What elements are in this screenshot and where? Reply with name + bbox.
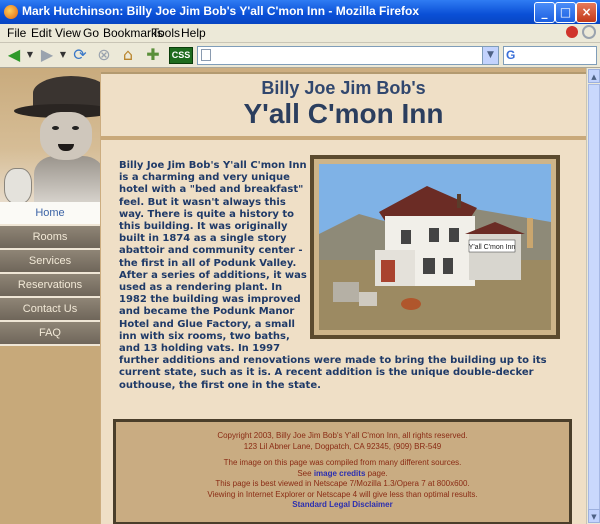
menu-file[interactable]: File xyxy=(7,26,26,40)
window-title: Mark Hutchinson: Billy Joe Jim Bob's Y'a… xyxy=(22,4,420,18)
window-title-bar[interactable]: Mark Hutchinson: Billy Joe Jim Bob's Y'a… xyxy=(0,0,600,24)
nav-contact-us[interactable]: Contact Us xyxy=(0,298,100,322)
nav-home[interactable]: Home xyxy=(0,202,100,226)
site-title-line1: Billy Joe Jim Bob's xyxy=(261,78,426,98)
inn-photo-frame: Y'all C'mon Inn xyxy=(310,155,560,339)
reload-icon[interactable]: ⟳ xyxy=(70,45,90,65)
google-search-icon: G xyxy=(506,48,516,62)
close-button[interactable]: × xyxy=(576,2,597,23)
nav-reservations[interactable]: Reservations xyxy=(0,274,100,298)
vertical-scrollbar[interactable]: ▲ ▼ xyxy=(586,68,600,524)
navigation-toolbar: ◀ ▼ ▶ ▼ ⟳ ⊗ ⌂ ✚ CSS ▼ G xyxy=(0,43,600,68)
legal-disclaimer-link[interactable]: Standard Legal Disclaimer xyxy=(116,500,569,511)
menu-view[interactable]: View xyxy=(55,26,81,40)
scroll-down-icon[interactable]: ▼ xyxy=(588,509,600,523)
forward-arrow-icon[interactable]: ▶ xyxy=(37,45,57,65)
throbber-icon xyxy=(582,25,596,39)
image-credits-link[interactable]: image credits xyxy=(314,469,366,478)
forward-dropdown-icon[interactable]: ▼ xyxy=(59,45,67,65)
nav-services[interactable]: Services xyxy=(0,250,100,274)
footer-address: 123 Lil Abner Lane, Dogpatch, CA 92345, … xyxy=(243,441,442,451)
stop-indicator-icon xyxy=(566,26,578,38)
footer-best-viewed: This page is best viewed in Netscape 7/M… xyxy=(215,479,470,488)
hillbilly-image xyxy=(0,68,100,203)
scroll-up-icon[interactable]: ▲ xyxy=(588,69,600,83)
minimize-button[interactable]: _ xyxy=(534,2,555,23)
sidebar: Home Rooms Services Reservations Contact… xyxy=(0,68,100,524)
footer-see-suffix: page. xyxy=(367,468,388,478)
nav-faq[interactable]: FAQ xyxy=(0,322,100,346)
menu-go[interactable]: Go xyxy=(83,26,99,40)
page-viewport: Home Rooms Services Reservations Contact… xyxy=(0,68,586,524)
url-dropdown-icon[interactable]: ▼ xyxy=(482,47,498,64)
back-dropdown-icon[interactable]: ▼ xyxy=(26,45,34,65)
footer-viewing-note: Viewing in Internet Explorer or Netscape… xyxy=(207,489,478,499)
nav-rooms[interactable]: Rooms xyxy=(0,226,100,250)
header-divider xyxy=(101,136,586,140)
firefox-icon xyxy=(4,5,18,19)
scrollbar-thumb[interactable] xyxy=(588,84,600,510)
menu-help[interactable]: Help xyxy=(181,26,206,40)
search-input[interactable]: G xyxy=(503,46,597,65)
menu-bar: File Edit View Go Bookmarks Tools Help xyxy=(0,24,600,43)
page-icon xyxy=(201,49,211,61)
back-arrow-icon[interactable]: ◀ xyxy=(4,45,24,65)
menu-edit[interactable]: Edit xyxy=(31,26,52,40)
url-input[interactable]: ▼ xyxy=(197,46,499,65)
footer-see-prefix: See xyxy=(297,468,312,478)
maximize-button[interactable]: □ xyxy=(555,2,576,23)
bookmark-add-icon[interactable]: ✚ xyxy=(143,45,163,65)
main-content: Billy Joe Jim Bob's Y'all C'mon Inn Bill… xyxy=(101,72,586,524)
home-icon[interactable]: ⌂ xyxy=(118,45,138,65)
inn-sign-text: Y'all C'mon Inn xyxy=(469,244,516,251)
menu-tools[interactable]: Tools xyxy=(152,26,180,40)
inn-photo: Y'all C'mon Inn xyxy=(319,164,551,330)
footer: Copyright 2003, Billy Joe Jim Bob's Y'al… xyxy=(113,419,572,524)
site-title-line2: Y'all C'mon Inn xyxy=(243,98,444,129)
css-button[interactable]: CSS xyxy=(169,47,193,64)
footer-image-note: The image on this page was compiled from… xyxy=(223,458,462,467)
stop-icon[interactable]: ⊗ xyxy=(94,45,114,65)
footer-copyright: Copyright 2003, Billy Joe Jim Bob's Y'al… xyxy=(217,431,468,440)
footer-see-credits: See image credits page. xyxy=(116,469,569,480)
